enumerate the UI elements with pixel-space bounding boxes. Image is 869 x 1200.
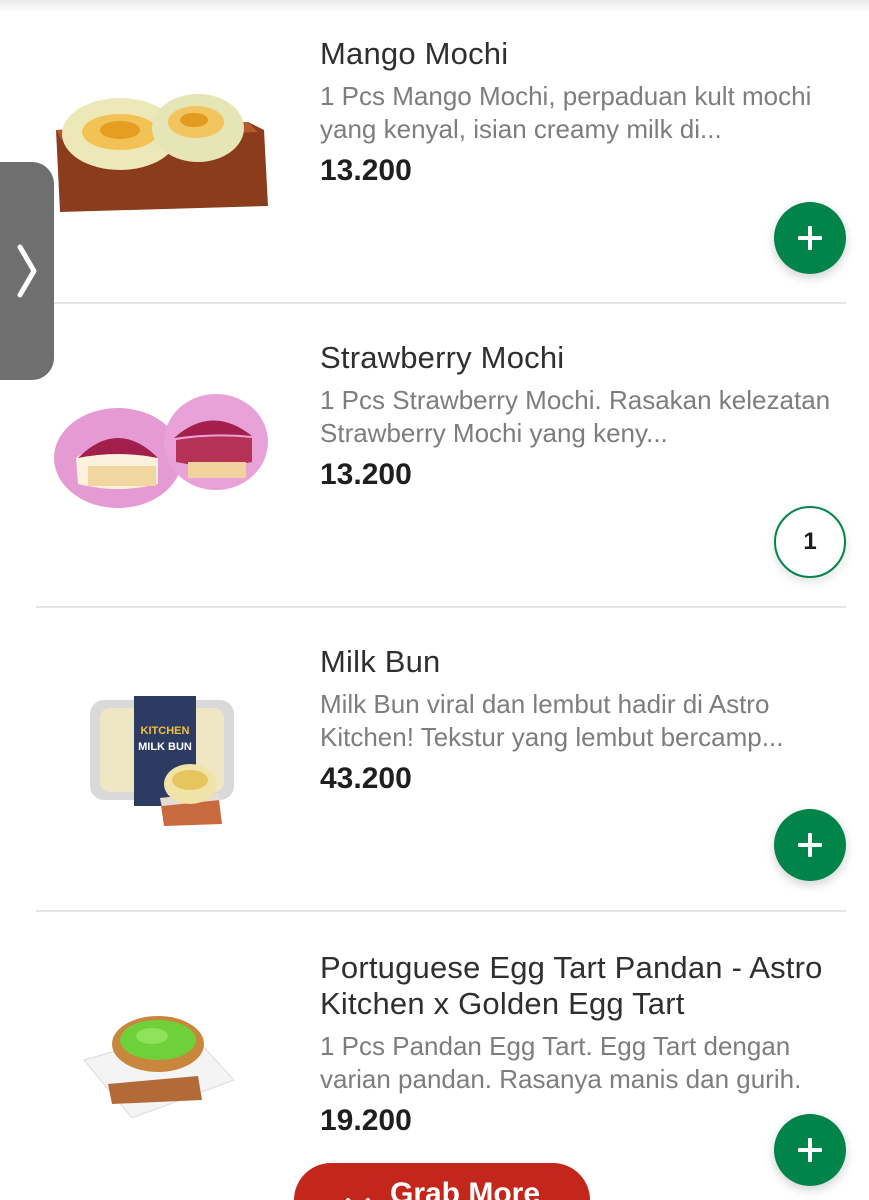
add-to-cart-button[interactable]: [774, 202, 846, 274]
product-list: Mango Mochi 1 Pcs Mango Mochi, perpaduan…: [0, 0, 869, 1200]
product-name[interactable]: Milk Bun: [320, 644, 842, 680]
product-info: Strawberry Mochi 1 Pcs Strawberry Mochi.…: [320, 340, 842, 494]
product-price: 43.200: [320, 762, 412, 795]
add-to-cart-button[interactable]: [774, 1114, 846, 1186]
product-name[interactable]: Portuguese Egg Tart Pandan - Astro Kitch…: [320, 950, 842, 1022]
product-item-mango-mochi[interactable]: Mango Mochi 1 Pcs Mango Mochi, perpaduan…: [0, 0, 869, 304]
chevron-down-icon: [345, 1198, 370, 1200]
product-image-milk-bun[interactable]: KITCHEN MILK BUN: [48, 688, 288, 848]
grab-more-label: Grab More: [389, 1177, 541, 1200]
plus-icon: [798, 833, 822, 857]
product-price: 13.200: [320, 154, 412, 187]
product-name[interactable]: Strawberry Mochi: [320, 340, 842, 376]
plus-icon: [798, 226, 822, 250]
product-description: 1 Pcs Pandan Egg Tart. Egg Tart dengan v…: [320, 1031, 802, 1094]
package-label-kitchen: KITCHEN: [141, 725, 190, 737]
package-label-milk-bun: MILK BUN: [138, 741, 192, 753]
product-price: 13.200: [320, 458, 412, 491]
cart-quantity-button[interactable]: 1: [774, 506, 846, 578]
product-description: 1 Pcs Mango Mochi, perpaduan kult mochi …: [320, 81, 812, 144]
product-info: Portuguese Egg Tart Pandan - Astro Kitch…: [320, 950, 842, 1140]
product-description: Milk Bun viral dan lembut hadir di Astro…: [320, 689, 784, 752]
plus-icon: [798, 1138, 822, 1162]
product-item-milk-bun[interactable]: KITCHEN MILK BUN Milk Bun Milk Bun viral…: [0, 608, 869, 912]
grab-more-button[interactable]: Grab More: [294, 1163, 590, 1200]
product-info: Milk Bun Milk Bun viral dan lembut hadir…: [320, 644, 842, 798]
chevron-right-icon: [17, 244, 37, 298]
add-to-cart-button[interactable]: [774, 809, 846, 881]
product-image-strawberry-mochi[interactable]: [48, 374, 288, 534]
product-item-egg-tart-pandan[interactable]: Portuguese Egg Tart Pandan - Astro Kitch…: [0, 912, 869, 1200]
side-drawer-handle[interactable]: [0, 162, 54, 380]
product-info: Mango Mochi 1 Pcs Mango Mochi, perpaduan…: [320, 36, 842, 190]
product-description: 1 Pcs Strawberry Mochi. Rasakan kelezata…: [320, 385, 831, 448]
product-price: 19.200: [320, 1104, 412, 1137]
product-item-strawberry-mochi[interactable]: Strawberry Mochi 1 Pcs Strawberry Mochi.…: [0, 304, 869, 608]
product-name[interactable]: Mango Mochi: [320, 36, 842, 72]
product-image-mango-mochi[interactable]: [48, 70, 288, 230]
product-image-egg-tart-pandan[interactable]: [48, 1000, 288, 1160]
